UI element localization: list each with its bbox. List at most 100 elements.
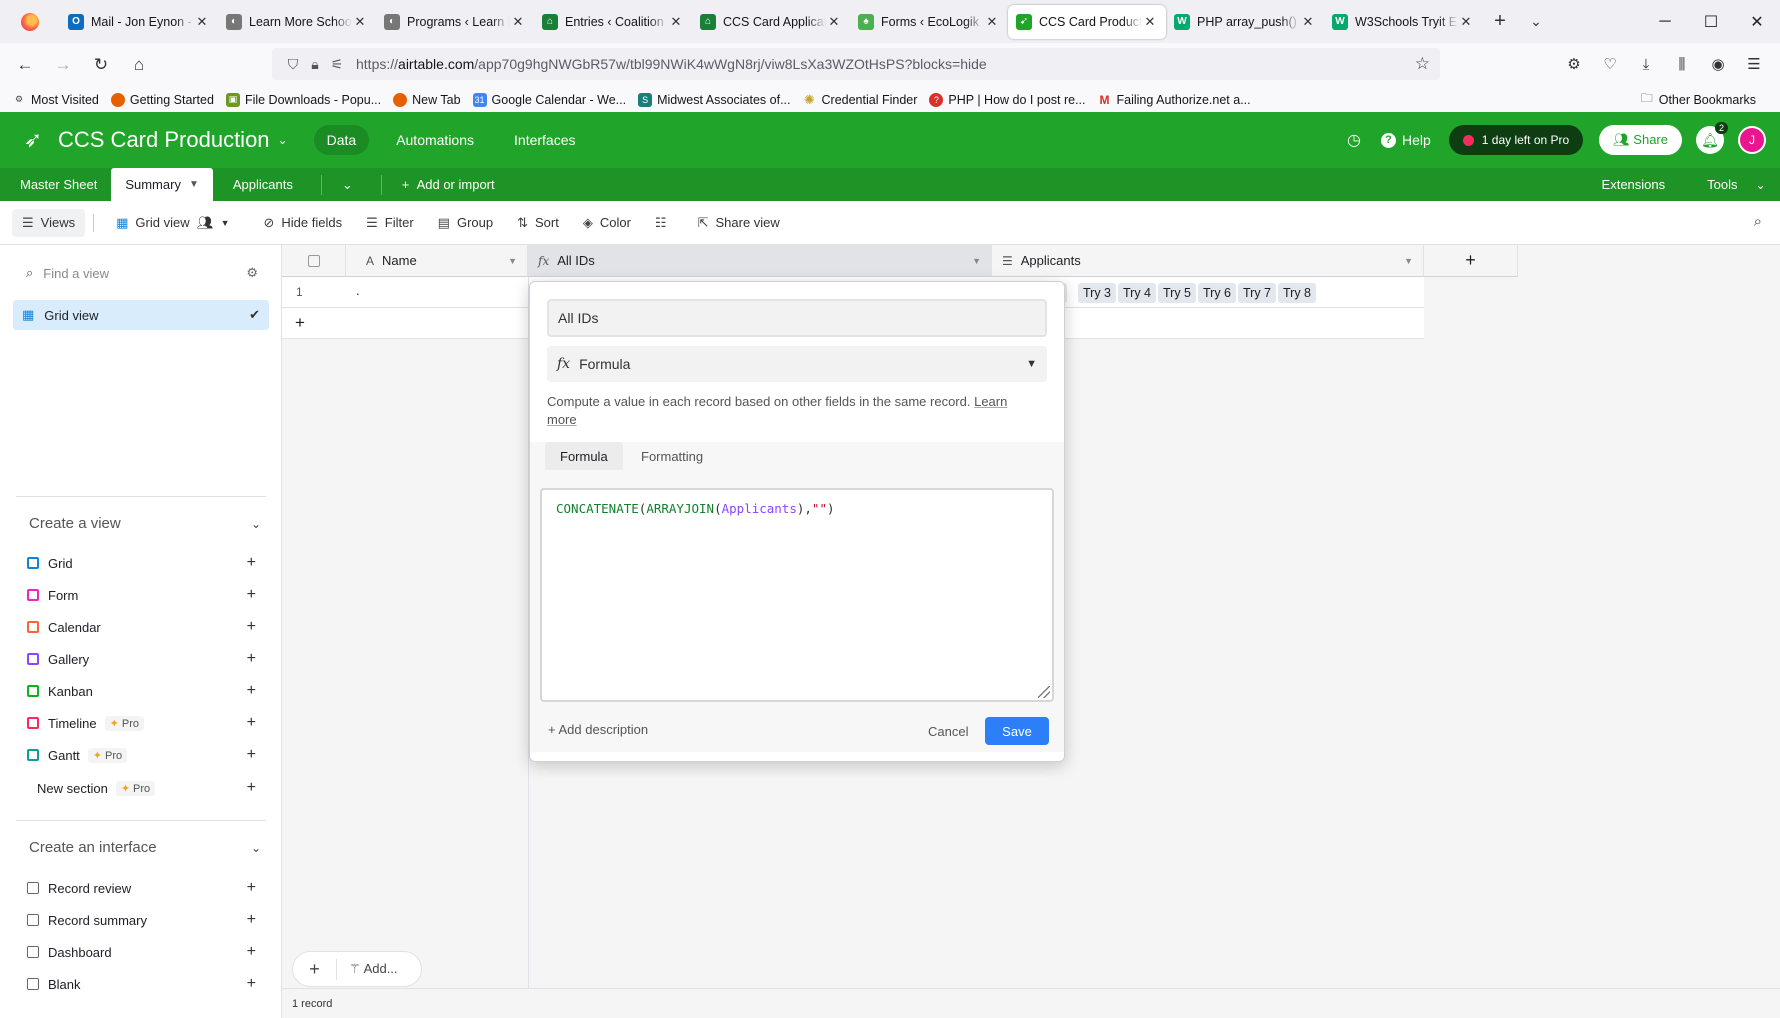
applicant-chip[interactable]: Try 3 xyxy=(1078,283,1117,303)
bell-icon[interactable]: 🔔︎ 2 xyxy=(1696,122,1728,154)
name-cell[interactable]: . xyxy=(356,283,360,298)
applicant-chip[interactable]: Try 6 xyxy=(1198,283,1237,303)
help-button[interactable]: ? Help xyxy=(1380,132,1431,148)
create-view-timeline[interactable]: Timeline ✦ Pro + xyxy=(27,714,256,732)
home-icon[interactable]: ⌂ xyxy=(122,48,156,82)
maximize-icon[interactable]: ☐ xyxy=(1688,0,1734,43)
other-bookmarks[interactable]: 🗀 Other Bookmarks xyxy=(1640,87,1756,112)
create-interface-blank[interactable]: Blank + xyxy=(27,975,256,993)
share-button[interactable]: 👥︎ Share xyxy=(1599,125,1682,155)
applicant-chip[interactable]: Try 7 xyxy=(1238,283,1277,303)
close-tab-icon[interactable]: ✕ xyxy=(510,14,526,30)
filter-button[interactable]: ☰ Filter xyxy=(356,209,424,237)
shield-icon[interactable]: ⛉ xyxy=(282,56,304,73)
create-view-heading[interactable]: Create a view ⌄ xyxy=(29,515,261,532)
create-interface-heading[interactable]: Create an interface ⌄ xyxy=(29,839,261,856)
formula-editor[interactable]: CONCATENATE(ARRAYJOIN(Applicants),"") xyxy=(540,488,1054,702)
close-window-icon[interactable]: ✕ xyxy=(1734,0,1780,43)
browser-tab[interactable]: ⌂ Entries ‹ Coalition f ✕ xyxy=(534,5,692,39)
browser-tab[interactable]: ◐ Programs ‹ Learn M ✕ xyxy=(376,5,534,39)
sort-button[interactable]: ⇅ Sort xyxy=(507,209,569,237)
tab-master-sheet[interactable]: Master Sheet xyxy=(6,168,111,201)
chevron-down-icon[interactable]: ▼ xyxy=(508,256,517,266)
tools-button[interactable]: Tools ⌄ xyxy=(1679,177,1780,193)
permissions-icon[interactable]: ⚟ xyxy=(326,56,348,73)
bookmark-item[interactable]: ? PHP | How do I post re... xyxy=(929,92,1086,107)
create-view-kanban[interactable]: Kanban + xyxy=(27,682,256,700)
pocket-icon[interactable]: ♡ xyxy=(1592,48,1628,80)
library-icon[interactable]: ⫼ xyxy=(1664,48,1700,80)
cancel-button[interactable]: Cancel xyxy=(928,724,968,739)
bookmark-item[interactable]: New Tab xyxy=(393,92,461,107)
tab-formatting[interactable]: Formatting xyxy=(626,442,718,470)
forward-icon[interactable]: → xyxy=(46,48,80,82)
nav-interfaces[interactable]: Interfaces xyxy=(501,125,588,155)
browser-tab[interactable]: W PHP array_push() F ✕ xyxy=(1166,5,1324,39)
share-view-button[interactable]: ⇱ Share view xyxy=(688,209,790,237)
bookmark-item[interactable]: S Midwest Associates of... xyxy=(638,92,791,107)
applicant-chip[interactable]: Try 5 xyxy=(1158,283,1197,303)
extensions-icon[interactable]: ⚙︎ xyxy=(1556,48,1592,80)
chevron-down-icon[interactable]: ▼ xyxy=(972,256,981,266)
close-tab-icon[interactable]: ✕ xyxy=(1300,14,1316,30)
applicant-chip[interactable]: Try 8 xyxy=(1278,283,1317,303)
field-name-input[interactable]: All IDs xyxy=(547,299,1047,337)
create-view-form[interactable]: Form + xyxy=(27,586,256,604)
create-new-section[interactable]: New section ✦ Pro + xyxy=(37,779,256,797)
column-header-all-ids[interactable]: fx All IDs ▼ xyxy=(528,245,992,277)
view-switcher[interactable]: ▦ Grid view 👥︎ ▼ xyxy=(106,209,239,237)
firefox-menu[interactable] xyxy=(0,0,60,43)
close-tab-icon[interactable]: ✕ xyxy=(1458,14,1474,30)
tab-applicants[interactable]: Applicants xyxy=(219,168,307,201)
close-tab-icon[interactable]: ✕ xyxy=(984,14,1000,30)
close-tab-icon[interactable]: ✕ xyxy=(352,14,368,30)
browser-tab[interactable]: ⌂ CCS Card Applicati ✕ xyxy=(692,5,850,39)
create-interface-dashboard[interactable]: Dashboard + xyxy=(27,943,256,961)
minimize-icon[interactable]: ─ xyxy=(1642,0,1688,43)
views-button[interactable]: ☰ Views xyxy=(12,208,86,237)
chevron-down-icon[interactable]: ▼ xyxy=(1404,256,1413,266)
field-type-select[interactable]: fx Formula ▼ xyxy=(547,346,1047,382)
create-view-gallery[interactable]: Gallery + xyxy=(27,650,256,668)
browser-tab[interactable]: W W3Schools Tryit Edi ✕ xyxy=(1324,5,1482,39)
create-view-grid[interactable]: Grid + xyxy=(27,554,256,572)
create-view-gantt[interactable]: Gantt ✦ Pro + xyxy=(27,746,256,764)
bookmark-item[interactable]: ▣ File Downloads - Popu... xyxy=(225,92,381,107)
chevron-down-icon[interactable]: ⌄ xyxy=(278,133,288,147)
close-tab-icon[interactable]: ✕ xyxy=(668,14,684,30)
add-record-button[interactable]: + xyxy=(293,958,337,980)
browser-tab[interactable]: O Mail - Jon Eynon - O ✕ xyxy=(60,5,218,39)
browser-tab-active[interactable]: ➹ CCS Card Productio ✕ xyxy=(1008,4,1166,39)
search-icon[interactable]: ⌕ xyxy=(1754,213,1762,230)
add-field-button[interactable]: + xyxy=(1424,245,1518,277)
bookmark-item[interactable]: ✺ Credential Finder xyxy=(803,92,917,107)
lock-icon[interactable]: 🔒︎ xyxy=(304,56,326,73)
color-button[interactable]: ◈ Color xyxy=(573,209,641,237)
history-icon[interactable]: ◷ xyxy=(1347,130,1361,150)
nav-automations[interactable]: Automations xyxy=(383,125,487,155)
new-tab-icon[interactable]: + xyxy=(1482,10,1518,33)
bookmark-item[interactable]: Getting Started xyxy=(110,92,214,107)
column-header-name[interactable]: A Name ▼ xyxy=(346,245,528,277)
base-name[interactable]: CCS Card Production xyxy=(58,127,270,153)
add-description-button[interactable]: + Add description xyxy=(548,722,648,737)
find-view-input[interactable]: ⌕ Find a view ⚙ xyxy=(26,265,258,281)
pro-trial-notice[interactable]: 1 day left on Pro xyxy=(1448,125,1584,155)
close-tab-icon[interactable]: ✕ xyxy=(194,14,210,30)
group-button[interactable]: ▤ Group xyxy=(428,209,503,237)
app-menu-icon[interactable]: ☰ xyxy=(1736,48,1772,80)
browser-tab[interactable]: ♠ Forms ‹ EcoLogik — ✕ xyxy=(850,5,1008,39)
bookmark-item[interactable]: ⚙ Most Visited xyxy=(12,93,99,107)
select-all-checkbox[interactable] xyxy=(282,245,346,277)
close-tab-icon[interactable]: ✕ xyxy=(1142,14,1158,30)
url-bar[interactable]: ⛉ 🔒︎ ⚟ https://airtable.com/app70g9hgNWG… xyxy=(272,48,1440,80)
extensions-button[interactable]: Extensions xyxy=(1588,177,1680,192)
nav-data[interactable]: Data xyxy=(313,125,370,155)
add-or-import-button[interactable]: + Add or import xyxy=(388,168,509,201)
create-interface-record-summary[interactable]: Record summary + xyxy=(27,911,256,929)
back-icon[interactable]: ← xyxy=(8,48,42,82)
bookmark-star-icon[interactable]: ☆ xyxy=(1415,54,1430,74)
create-interface-record-review[interactable]: Record review + xyxy=(27,879,256,897)
close-tab-icon[interactable]: ✕ xyxy=(826,14,842,30)
bookmark-item[interactable]: M Failing Authorize.net a... xyxy=(1098,93,1251,107)
